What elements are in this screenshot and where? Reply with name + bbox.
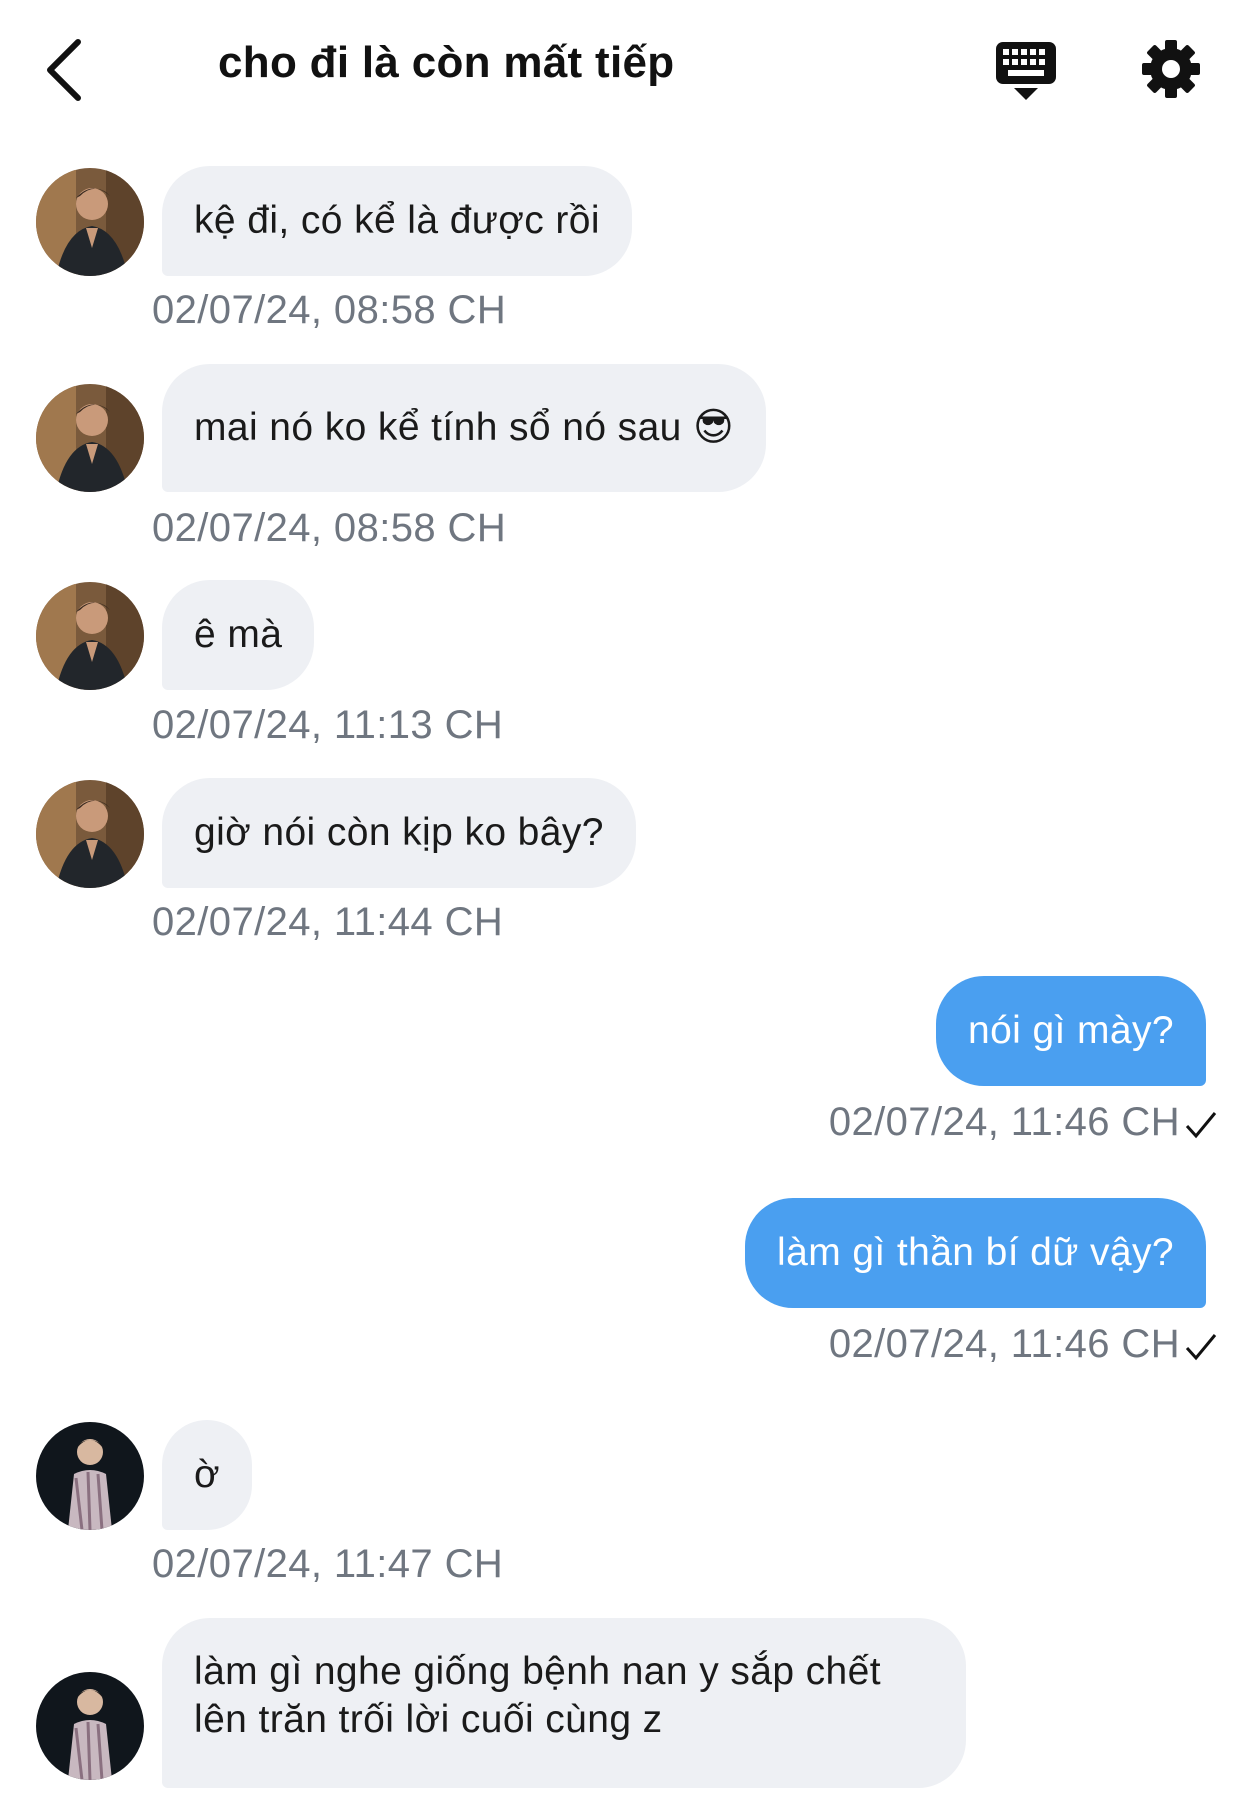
message-bubble[interactable]: làm gì thần bí dữ vậy?: [745, 1198, 1206, 1308]
contact-photo-icon: [36, 1422, 144, 1530]
contact-photo-icon: [36, 384, 144, 492]
message-text: làm gì nghe giống bệnh nan y sắp chết lê…: [194, 1650, 881, 1741]
gear-icon: [1142, 40, 1200, 98]
chat-title: cho đi là còn mất tiếp: [218, 38, 675, 87]
contact-photo-icon: [36, 168, 144, 276]
keyboard-button[interactable]: [994, 40, 1058, 104]
avatar[interactable]: [36, 168, 144, 276]
avatar[interactable]: [36, 1672, 144, 1780]
message-bubble[interactable]: giờ nói còn kịp ko bây?: [162, 778, 636, 888]
chevron-left-icon: [47, 39, 81, 101]
keyboard-icon: [996, 42, 1056, 100]
message-bubble[interactable]: ờ: [162, 1420, 252, 1530]
back-button[interactable]: [40, 36, 92, 104]
message-timestamp: 02/07/24, 08:58 CH: [152, 288, 507, 332]
chat-header: cho đi là còn mất tiếp: [0, 0, 1242, 140]
message-text: ê mà: [194, 613, 283, 656]
message-bubble[interactable]: làm gì nghe giống bệnh nan y sắp chết lê…: [162, 1618, 966, 1788]
message-timestamp: 02/07/24, 11:46 CH: [828, 1100, 1180, 1144]
message-text: ờ: [194, 1453, 220, 1496]
message-timestamp: 02/07/24, 11:47 CH: [152, 1542, 504, 1586]
avatar[interactable]: [36, 780, 144, 888]
message-bubble[interactable]: ê mà: [162, 580, 315, 690]
contact-photo-icon: [36, 780, 144, 888]
message-bubble[interactable]: nói gì mày?: [935, 976, 1206, 1086]
avatar[interactable]: [36, 1422, 144, 1530]
message-bubble[interactable]: mai nó ko kể tính sổ nó sau 😎: [162, 364, 767, 492]
message-bubble[interactable]: kệ đi, có kể là được rồi: [162, 166, 632, 276]
settings-button[interactable]: [1140, 38, 1202, 100]
message-timestamp: 02/07/24, 11:46 CH: [828, 1322, 1180, 1366]
avatar[interactable]: [36, 582, 144, 690]
sent-check-icon: [1185, 1112, 1217, 1139]
message-text: mai nó ko kể tính sổ nó sau 😎: [194, 406, 735, 449]
avatar[interactable]: [36, 384, 144, 492]
message-timestamp: 02/07/24, 08:58 CH: [152, 506, 507, 550]
message-timestamp: 02/07/24, 11:13 CH: [152, 703, 504, 747]
sent-check-icon: [1185, 1334, 1217, 1361]
contact-photo-icon: [36, 1672, 144, 1780]
message-timestamp: 02/07/24, 11:44 CH: [152, 900, 504, 944]
message-text: kệ đi, có kể là được rồi: [194, 199, 600, 242]
message-text: làm gì thần bí dữ vậy?: [777, 1231, 1174, 1274]
message-text: nói gì mày?: [967, 1009, 1174, 1052]
message-text: giờ nói còn kịp ko bây?: [194, 811, 604, 854]
contact-photo-icon: [36, 582, 144, 690]
